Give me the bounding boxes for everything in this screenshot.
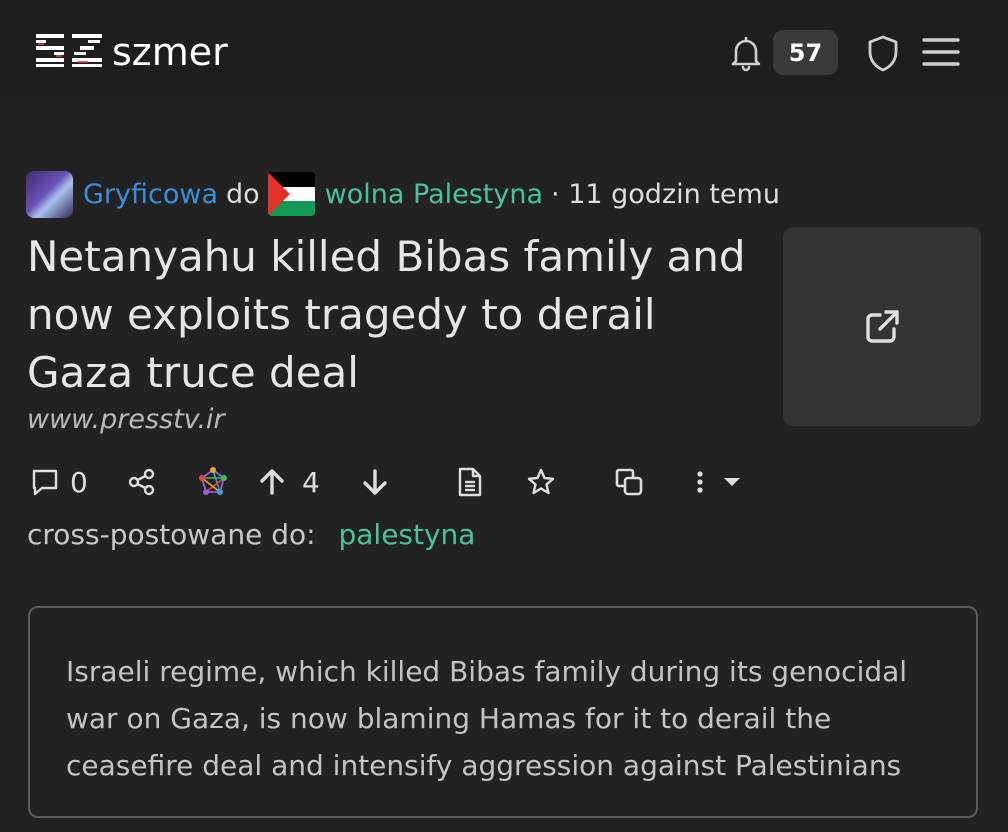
- upvote-button[interactable]: 4: [258, 458, 320, 506]
- fediverse-icon: [199, 467, 227, 495]
- post-time: · 11 godzin temu: [551, 178, 780, 210]
- to-word: do: [226, 178, 260, 210]
- external-link-icon: [866, 310, 899, 343]
- author-avatar[interactable]: [26, 170, 73, 218]
- shield-icon[interactable]: [866, 34, 900, 72]
- palestine-flag-icon[interactable]: [267, 172, 315, 216]
- save-button[interactable]: [526, 458, 556, 506]
- post-actions-bar: 0 4: [0, 458, 1008, 506]
- crosspost-label: cross-postowane do:: [27, 518, 316, 551]
- hamburger-menu-icon[interactable]: [921, 36, 961, 68]
- copy-icon: [615, 468, 643, 496]
- arrow-down-icon: [363, 469, 387, 495]
- comment-count: 0: [70, 465, 88, 499]
- star-icon: [527, 468, 555, 495]
- share-icon: [128, 468, 155, 496]
- crosspost-community-link[interactable]: palestyna: [338, 518, 475, 551]
- share-button[interactable]: [127, 458, 157, 506]
- post-body: Israeli regime, which killed Bibas famil…: [28, 606, 978, 818]
- more-options-button[interactable]: [690, 458, 744, 506]
- post-meta: Gryficowa do wolna Palestyna · 11 godzin…: [26, 170, 780, 218]
- downvote-button[interactable]: [361, 458, 389, 506]
- more-vertical-icon: [697, 471, 703, 493]
- view-source-button[interactable]: [456, 458, 484, 506]
- crosspost-button[interactable]: [614, 458, 644, 506]
- post-domain: www.presstv.ir: [27, 404, 225, 435]
- top-navbar: szmer 57: [0, 0, 1008, 96]
- post-body-text: Israeli regime, which killed Bibas famil…: [66, 655, 908, 782]
- post-title[interactable]: Netanyahu killed Bibas family and now ex…: [27, 228, 747, 402]
- document-icon: [458, 467, 482, 497]
- site-logo[interactable]: szmer: [34, 30, 228, 74]
- score-count: 4: [302, 465, 320, 499]
- caret-down-icon: [724, 478, 740, 486]
- comments-button[interactable]: 0: [30, 458, 88, 506]
- logo-text: szmer: [112, 30, 228, 74]
- fediverse-link-button[interactable]: [198, 458, 228, 506]
- author-link[interactable]: Gryficowa: [83, 179, 218, 210]
- notification-count-badge[interactable]: 57: [773, 30, 838, 75]
- crosspost-line: cross-postowane do: palestyna: [27, 518, 475, 551]
- bell-icon[interactable]: [728, 34, 764, 72]
- logo-mark-icon: [36, 34, 102, 67]
- comment-icon: [32, 469, 58, 496]
- arrow-up-icon: [260, 469, 284, 495]
- community-link[interactable]: wolna Palestyna: [325, 179, 543, 210]
